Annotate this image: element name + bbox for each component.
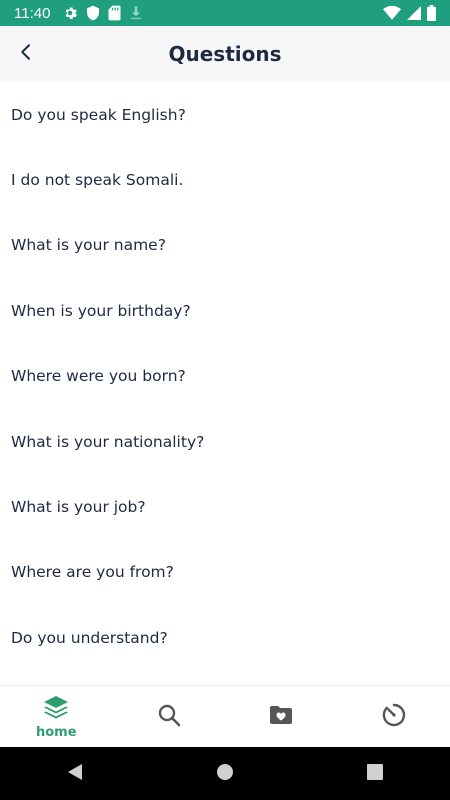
question-text: Do you speak English? xyxy=(11,105,186,124)
question-text: Where were you born? xyxy=(11,367,186,386)
page-title: Questions xyxy=(168,42,282,66)
nav-favorites[interactable] xyxy=(225,686,338,748)
download-icon xyxy=(129,5,143,21)
signal-icon xyxy=(407,6,421,20)
question-text: What is your name? xyxy=(11,236,166,255)
back-triangle-icon xyxy=(67,763,83,785)
nav-home-label: home xyxy=(35,724,77,740)
question-text: What is your job? xyxy=(11,498,146,517)
recents-square-icon xyxy=(367,763,383,784)
nav-home[interactable]: home xyxy=(0,686,113,748)
shield-icon xyxy=(86,5,100,21)
list-item[interactable]: Do you speak English? xyxy=(0,82,450,147)
gear-icon xyxy=(62,5,78,21)
status-system-icons xyxy=(383,5,436,21)
list-item[interactable]: Where are you from? xyxy=(0,540,450,605)
back-button[interactable] xyxy=(10,38,42,70)
nav-search[interactable] xyxy=(113,686,226,748)
system-back-button[interactable] xyxy=(45,747,105,800)
question-text: Where are you from? xyxy=(11,563,174,582)
nav-history[interactable] xyxy=(338,686,450,748)
system-recents-button[interactable] xyxy=(345,747,405,800)
question-text: Do you understand? xyxy=(11,628,168,647)
layers-icon xyxy=(43,695,69,723)
status-notification-icons xyxy=(62,5,143,21)
app-bar: Questions xyxy=(0,26,450,82)
list-item[interactable]: What is your job? xyxy=(0,474,450,539)
list-item[interactable]: I do not speak Somali. xyxy=(0,147,450,212)
question-text: I do not speak Somali. xyxy=(11,171,184,190)
wifi-icon xyxy=(383,6,401,20)
bottom-navigation: home xyxy=(0,685,450,748)
question-list: Do you speak English? I do not speak Som… xyxy=(0,82,450,685)
list-item[interactable]: When is your birthday? xyxy=(0,278,450,343)
battery-icon xyxy=(427,5,436,21)
sd-card-icon xyxy=(108,5,121,21)
question-text: What is your nationality? xyxy=(11,432,205,451)
folder-heart-icon xyxy=(269,705,293,729)
list-item[interactable]: Where were you born? xyxy=(0,344,450,409)
list-item[interactable]: What is your nationality? xyxy=(0,409,450,474)
list-item[interactable]: Do you understand? xyxy=(0,605,450,670)
system-home-button[interactable] xyxy=(195,747,255,800)
status-bar: 11:40 xyxy=(0,0,450,26)
timer-icon xyxy=(382,703,406,731)
status-time: 11:40 xyxy=(14,4,51,22)
home-circle-icon xyxy=(216,763,234,785)
question-text: When is your birthday? xyxy=(11,301,191,320)
list-item[interactable]: What is your name? xyxy=(0,213,450,278)
system-navigation-bar xyxy=(0,747,450,800)
chevron-left-icon xyxy=(17,43,35,65)
search-icon xyxy=(157,703,181,731)
